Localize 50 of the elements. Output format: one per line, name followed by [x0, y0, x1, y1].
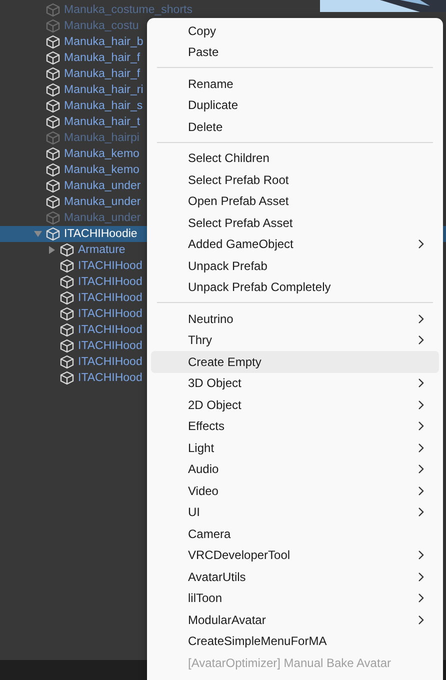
- object-name[interactable]: ITACHIHood: [76, 276, 142, 288]
- object-name[interactable]: Manuka_hair_s: [62, 100, 143, 112]
- object-name[interactable]: Manuka_hair_t: [62, 116, 140, 128]
- collapse-arrow-icon[interactable]: [33, 229, 43, 239]
- menu-item[interactable]: Unpack Prefab: [151, 255, 439, 276]
- menu-item[interactable]: Delete: [151, 116, 439, 138]
- menu-item[interactable]: Paste: [151, 42, 439, 63]
- menu-item[interactable]: Unpack Prefab Completely: [151, 276, 439, 298]
- expand-arrow-icon[interactable]: [47, 245, 57, 255]
- menu-item[interactable]: UI: [151, 502, 439, 523]
- menu-item[interactable]: Neutrino: [151, 308, 439, 330]
- menu-item[interactable]: Camera: [151, 523, 439, 544]
- object-name[interactable]: Manuka_hair_f: [62, 52, 140, 64]
- object-name[interactable]: Manuka_kemo: [62, 164, 140, 176]
- menu-item[interactable]: Audio: [151, 458, 439, 480]
- object-name[interactable]: ITACHIHood: [76, 340, 142, 352]
- object-name[interactable]: ITACHIHood: [76, 356, 142, 368]
- menu-item[interactable]: Added GameObject: [151, 234, 439, 255]
- menu-item[interactable]: Effects: [151, 416, 439, 437]
- object-name[interactable]: ITACHIHood: [76, 372, 142, 384]
- object-name[interactable]: Manuka_under: [62, 180, 141, 192]
- menu-item[interactable]: Light: [151, 437, 439, 458]
- object-name[interactable]: ITACHIHoodie: [62, 228, 138, 240]
- menu-item[interactable]: Thry: [151, 330, 439, 351]
- object-name[interactable]: ITACHIHood: [76, 260, 142, 272]
- object-name[interactable]: Armature: [76, 244, 126, 256]
- menu-item[interactable]: VRCDeveloperTool: [151, 544, 439, 566]
- object-name[interactable]: Manuka_hair_b: [62, 36, 144, 48]
- menu-item[interactable]: Select Prefab Asset: [151, 212, 439, 234]
- menu-item[interactable]: Create Empty: [151, 351, 439, 372]
- object-name[interactable]: Manuka_under: [62, 196, 141, 208]
- menu-item[interactable]: Select Prefab Root: [151, 169, 439, 190]
- menu-item[interactable]: 3D Object: [151, 372, 439, 394]
- object-name[interactable]: Manuka_hair_f: [62, 68, 140, 80]
- menu-item[interactable]: Open Prefab Asset: [151, 190, 439, 212]
- menu-item[interactable]: Duplicate: [151, 94, 439, 116]
- menu-item[interactable]: Rename: [151, 73, 439, 94]
- menu-item[interactable]: 2D Object: [151, 394, 439, 416]
- menu-item[interactable]: CreateSimpleMenuForMA: [151, 630, 439, 652]
- menu-item[interactable]: Select Children: [151, 148, 439, 169]
- menu-item[interactable]: Copy: [151, 20, 439, 42]
- menu-item[interactable]: ModularAvatar: [151, 609, 439, 630]
- menu-item[interactable]: Video: [151, 480, 439, 502]
- object-name[interactable]: ITACHIHood: [76, 324, 142, 336]
- menu-item[interactable]: lilToon: [151, 588, 439, 609]
- object-name[interactable]: Manuka_hair_ri: [62, 84, 144, 96]
- object-name[interactable]: Manuka_kemo: [62, 148, 140, 160]
- object-name[interactable]: ITACHIHood: [76, 292, 142, 304]
- menu-item[interactable]: AvatarUtils: [151, 566, 439, 588]
- object-name[interactable]: ITACHIHood: [76, 308, 142, 320]
